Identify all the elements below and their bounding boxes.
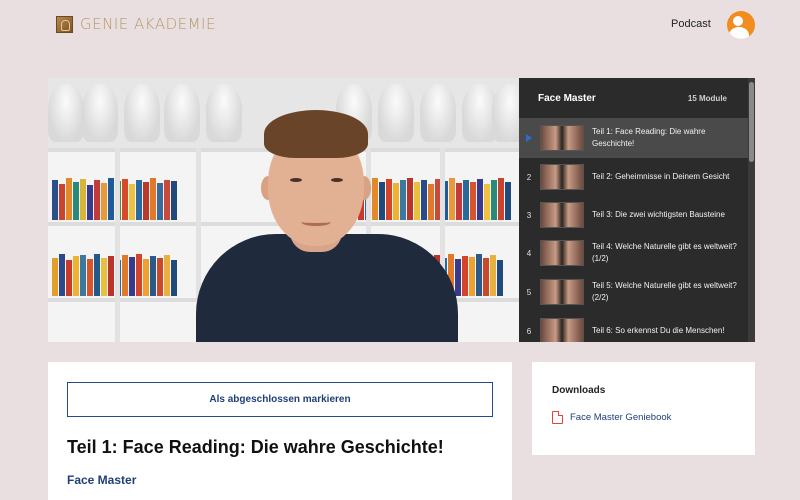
module-title: Teil 1: Face Reading: Die wahre Geschich… — [592, 127, 706, 148]
book — [80, 255, 86, 296]
downloads-card: Downloads Face Master Geniebook — [532, 362, 755, 455]
book — [66, 178, 72, 220]
book — [73, 256, 79, 296]
book — [122, 255, 128, 296]
book — [136, 180, 142, 220]
module-thumbnail — [540, 125, 584, 151]
genie-logo-icon — [56, 15, 73, 33]
module-title: Teil 4: Welche Naturelle gibt es weltwei… — [592, 242, 737, 263]
book — [94, 254, 100, 296]
book — [143, 259, 149, 296]
book — [497, 260, 503, 296]
book — [80, 179, 86, 220]
book — [157, 183, 163, 220]
book — [59, 184, 65, 220]
module-number: 5 — [526, 287, 532, 297]
bust-figure — [124, 84, 160, 142]
brand-name: GENIE AKADEMIE — [80, 15, 216, 33]
module-number: 3 — [526, 210, 532, 220]
playlist-item[interactable]: 3 Teil 3: Die zwei wichtigsten Bausteine — [519, 195, 748, 235]
book — [108, 178, 114, 220]
lesson-card: Als abgeschlossen markieren Teil 1: Face… — [48, 362, 512, 500]
playlist-item[interactable]: 6 Teil 6: So erkennst Du die Menschen! — [519, 311, 748, 342]
module-playlist: Face Master 15 Module Teil 1: Face Readi… — [519, 78, 755, 342]
module-number: 6 — [526, 326, 532, 336]
book — [101, 258, 107, 296]
book — [157, 258, 163, 296]
book — [136, 254, 142, 296]
scrollbar-thumb[interactable] — [749, 82, 754, 162]
book — [52, 258, 58, 296]
presenter-figure — [168, 106, 488, 342]
book — [143, 182, 149, 220]
book — [73, 182, 79, 220]
book — [87, 259, 93, 296]
book — [505, 182, 511, 220]
module-thumbnail — [540, 318, 584, 342]
bust-figure — [82, 84, 118, 142]
presenter-mouth — [301, 218, 331, 226]
playlist-item[interactable]: 4 Teil 4: Welche Naturelle gibt es weltw… — [519, 233, 748, 273]
user-avatar-icon[interactable] — [727, 11, 755, 39]
module-number: 4 — [526, 248, 532, 258]
video-player[interactable] — [48, 78, 519, 342]
mark-complete-button[interactable]: Als abgeschlossen markieren — [67, 382, 493, 417]
lesson-title: Teil 1: Face Reading: Die wahre Geschich… — [67, 437, 444, 457]
playlist-item[interactable]: 5 Teil 5: Welche Naturelle gibt es weltw… — [519, 272, 748, 312]
book — [498, 178, 504, 220]
module-title: Teil 2: Geheimnisse in Deinem Gesicht — [592, 172, 730, 181]
book — [94, 180, 100, 220]
playlist-header: Face Master 15 Module — [519, 78, 755, 118]
bust-figure — [492, 84, 519, 142]
presenter-hair — [264, 110, 368, 158]
bust-figure — [48, 84, 84, 142]
playlist-item[interactable]: 2 Teil 2: Geheimnisse in Deinem Gesicht — [519, 157, 748, 197]
module-thumbnail — [540, 240, 584, 266]
book — [87, 185, 93, 220]
module-thumbnail — [540, 164, 584, 190]
shelf-divider — [115, 148, 120, 342]
avatar-head-shape — [733, 16, 743, 26]
avatar-body-shape — [729, 27, 749, 39]
brand-logo[interactable]: GENIE AKADEMIE — [56, 15, 216, 33]
book — [101, 183, 107, 220]
module-title: Teil 5: Welche Naturelle gibt es weltwei… — [592, 281, 737, 302]
download-link[interactable]: Face Master Geniebook — [552, 411, 671, 424]
now-playing-icon — [526, 134, 532, 142]
module-title: Teil 3: Die zwei wichtigsten Bausteine — [592, 210, 725, 219]
playlist-item[interactable]: Teil 1: Face Reading: Die wahre Geschich… — [519, 118, 748, 158]
book — [129, 184, 135, 220]
course-link[interactable]: Face Master — [67, 473, 136, 487]
book — [122, 179, 128, 220]
download-label: Face Master Geniebook — [570, 412, 672, 423]
module-thumbnail — [540, 202, 584, 228]
book — [150, 256, 156, 296]
module-thumbnail — [540, 279, 584, 305]
presenter-eye — [290, 178, 302, 182]
book — [150, 178, 156, 220]
book — [491, 180, 497, 220]
module-count: 15 Module — [687, 93, 727, 103]
book — [59, 254, 65, 296]
downloads-title: Downloads — [552, 385, 606, 396]
pdf-file-icon — [552, 411, 563, 424]
module-title: Teil 6: So erkennst Du die Menschen! — [592, 326, 725, 335]
playlist-title: Face Master — [538, 92, 596, 104]
book — [129, 257, 135, 296]
nav-podcast-link[interactable]: Podcast — [671, 18, 711, 30]
playlist-scrollbar[interactable] — [748, 78, 755, 342]
book — [490, 255, 496, 296]
presenter-eye — [331, 178, 343, 182]
book — [52, 180, 58, 220]
book — [66, 260, 72, 296]
book — [108, 256, 114, 296]
module-number: 2 — [526, 172, 532, 182]
